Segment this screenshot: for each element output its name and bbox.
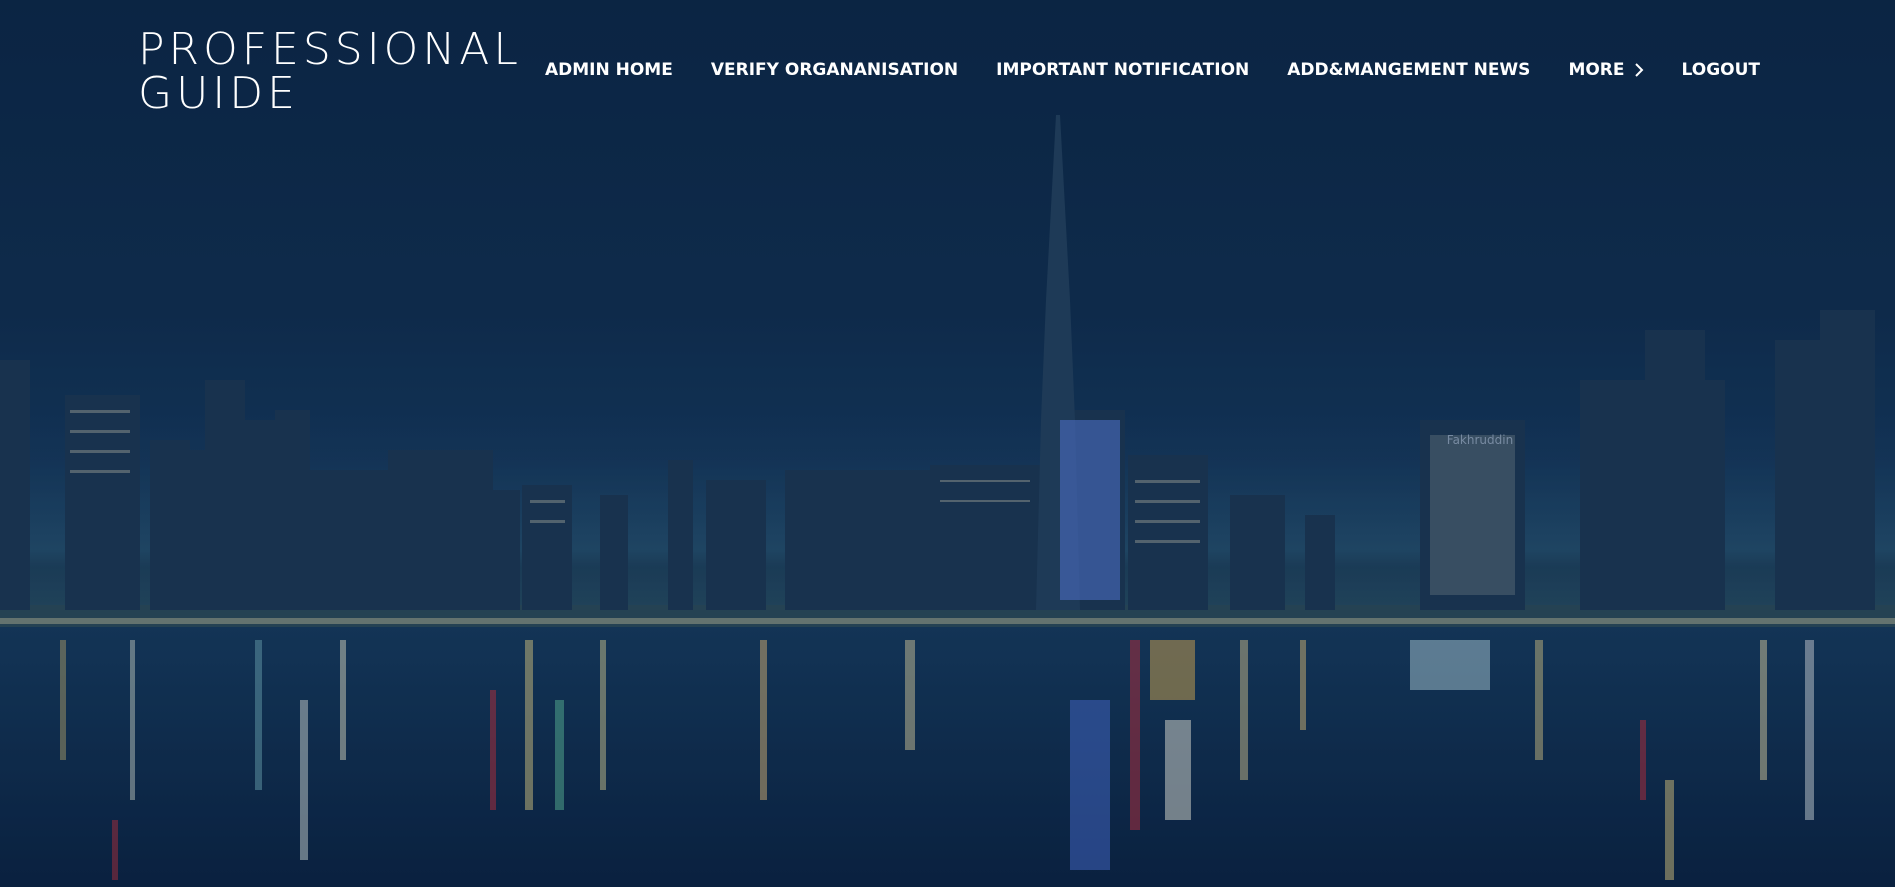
main-navigation: ADMIN HOME VERIFY ORGANANISATION IMPORTA… (545, 60, 1760, 80)
nav-label: ADMIN HOME (544, 60, 673, 80)
nav-label: ADD&MANGEMENT NEWS (1287, 60, 1531, 80)
nav-label: MORE (1568, 60, 1625, 80)
nav-label: LOGOUT (1681, 60, 1760, 80)
nav-add-management-news[interactable]: ADD&MANGEMENT NEWS (1287, 60, 1530, 80)
brand-line-1: PROFESSIONAL (138, 24, 522, 75)
nav-verify-organisation[interactable]: VERIFY ORGANANISATION (711, 60, 958, 80)
nav-label: IMPORTANT NOTIFICATION (996, 60, 1250, 80)
brand-line-2: GUIDE (138, 68, 299, 119)
chevron-right-icon (1634, 63, 1643, 77)
nav-admin-home[interactable]: ADMIN HOME (545, 60, 673, 80)
nav-label: VERIFY ORGANANISATION (710, 60, 959, 80)
nav-logout[interactable]: LOGOUT (1682, 60, 1760, 80)
hero-overlay (0, 0, 1895, 887)
hero-section: Fakhruddin PROFESSIONAL GUIDE ADMIN HOME… (0, 0, 1895, 887)
nav-important-notification[interactable]: IMPORTANT NOTIFICATION (996, 60, 1249, 80)
nav-more-dropdown[interactable]: MORE (1568, 60, 1643, 80)
site-logo[interactable]: PROFESSIONAL GUIDE (138, 28, 522, 116)
